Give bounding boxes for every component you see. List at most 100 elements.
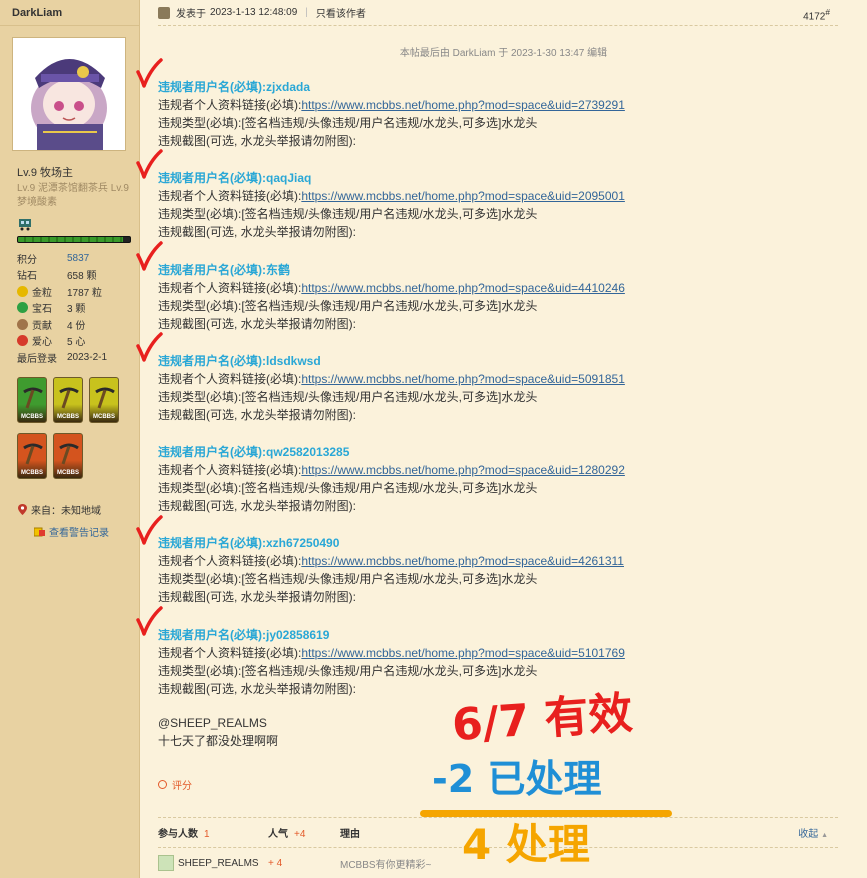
- warning-record-label[interactable]: 查看警告记录: [49, 524, 109, 539]
- stat-value: 5 心: [67, 337, 86, 349]
- warning-record-link[interactable]: 查看警告记录: [33, 524, 109, 539]
- only-author-link[interactable]: 只看该作者: [316, 5, 366, 20]
- profile-link[interactable]: https://www.mcbbs.net/home.php?mod=space…: [301, 646, 625, 660]
- profile-link[interactable]: https://www.mcbbs.net/home.php?mod=space…: [301, 463, 625, 477]
- violator-username: 违规者用户名(必填):qaqJiaq: [158, 171, 312, 186]
- floor-value[interactable]: 4172: [803, 11, 825, 22]
- pickaxe-icon: [59, 387, 79, 409]
- profile-label: 违规者个人资料链接(必填):: [158, 554, 302, 569]
- violation-type: 违规类型(必填):[签名档违规/头像违规/用户名违规/水龙头,可多选]水龙头: [158, 481, 538, 496]
- author-name[interactable]: DarkLiam: [0, 0, 139, 26]
- profile-label: 违规者个人资料链接(必填):: [158, 280, 302, 295]
- location: 来自：未知地域: [18, 502, 101, 517]
- stat-row: 宝石 3 颗: [17, 300, 135, 317]
- author-sidebar: DarkLiam Lv.9 牧场主 Lv.9 泥潭茶馆翻茶兵 Lv.9 梦境酸素…: [0, 0, 140, 878]
- checkmark-icon: [134, 514, 164, 545]
- header-separator: |: [305, 7, 308, 18]
- violator-username: 违规者用户名(必填):ldsdkwsd: [158, 353, 321, 368]
- violation-type: 违规类型(必填):[签名档违规/头像违规/用户名违规/水龙头,可多选]水龙头: [158, 116, 538, 130]
- checkmark-icon: [134, 606, 164, 636]
- checkmark-icon: [134, 240, 164, 271]
- stat-label: 金粒: [17, 284, 67, 299]
- stat-label: 钻石: [17, 267, 67, 282]
- stat-row: 爱心 5 心: [17, 333, 135, 350]
- stat-value[interactable]: 5837: [67, 253, 89, 264]
- violation-screenshot: 违规截图(可选, 水龙头举报请勿附图):: [158, 590, 356, 605]
- rater-name[interactable]: SHEEP_REALMS: [178, 858, 259, 869]
- post-comment: 十七天了都没处理啊啊: [158, 734, 279, 748]
- popularity-label: 人气: [268, 829, 288, 840]
- medal-badge[interactable]: MCBBS: [53, 433, 83, 479]
- heart-icon: [17, 335, 28, 347]
- stat-value: 3 颗: [67, 304, 86, 316]
- avatar[interactable]: [12, 37, 126, 151]
- profile-link[interactable]: https://www.mcbbs.net/home.php?mod=space…: [301, 189, 625, 203]
- stat-value: 4 份: [67, 320, 86, 332]
- user-stats: 积分 5837 钻石 658 颗金粒 1787 粒宝石 3 颗贡献 4 份爱心 5 心最后登录…: [17, 250, 135, 366]
- stat-label: 宝石: [17, 300, 67, 315]
- floor-number[interactable]: 4172#: [803, 7, 830, 22]
- mention-user[interactable]: @SHEEP_REALMS: [158, 714, 278, 732]
- medal-badge[interactable]: MCBBS: [17, 377, 47, 423]
- stat-row: 贡献 4 份: [17, 316, 135, 333]
- stat-label-text: 积分: [17, 254, 37, 266]
- report-entries: 违规者用户名(必填):zjxdada 违规者个人资料链接(必填):https://…: [158, 78, 838, 717]
- rater-avatar[interactable]: [158, 855, 174, 871]
- profile-link[interactable]: https://www.mcbbs.net/home.php?mod=space…: [301, 281, 625, 295]
- gold-icon: [17, 285, 28, 297]
- violator-username: 违规者用户名(必填):zjxdada: [158, 80, 311, 94]
- report-entry: 违规者用户名(必填):zjxdada 违规者个人资料链接(必填):https://…: [158, 78, 838, 169]
- stat-value: 2023-2-1: [67, 351, 108, 363]
- post-mention-block: @SHEEP_REALMS 十七天了都没处理啊啊: [158, 714, 278, 750]
- profile-line: 违规者个人资料链接(必填):https://www.mcbbs.net/home…: [158, 187, 838, 205]
- rate-label[interactable]: 评分: [172, 777, 192, 792]
- profile-link[interactable]: https://www.mcbbs.net/home.php?mod=space…: [301, 554, 624, 568]
- popularity-header: 人气 +4: [268, 825, 340, 840]
- rater-reason: MCBBS有你更精彩~: [340, 859, 432, 871]
- profile-line: 违规者个人资料链接(必填):https://www.mcbbs.net/home…: [158, 370, 838, 388]
- medal-label: MCBBS: [57, 470, 79, 476]
- collapse-button[interactable]: 收起 ▲: [798, 825, 828, 840]
- medal-badge[interactable]: MCBBS: [53, 377, 83, 423]
- stat-label-text: 爱心: [32, 337, 52, 349]
- gem-icon: [17, 302, 28, 314]
- checkmark-icon: [134, 149, 164, 180]
- violation-type: 违规类型(必填):[签名档违规/头像违规/用户名违规/水龙头,可多选]水龙头: [158, 663, 538, 678]
- location-label: 来自：未知地域: [31, 506, 101, 517]
- posted-prefix: 发表于: [176, 9, 206, 20]
- violator-username: 违规者用户名(必填):东鹤: [158, 262, 290, 277]
- profile-label: 违规者个人资料链接(必填):: [158, 371, 302, 386]
- violation-type: 违规类型(必填):[签名档违规/头像违规/用户名违规/水龙头,可多选]水龙头: [158, 298, 538, 313]
- profile-link[interactable]: https://www.mcbbs.net/home.php?mod=space…: [301, 372, 625, 386]
- pickaxe-icon: [23, 387, 43, 409]
- stat-label: 积分: [17, 251, 67, 266]
- checkmark-icon: [134, 58, 164, 88]
- collapse-label[interactable]: 收起: [798, 829, 818, 840]
- report-entry: 违规者用户名(必填):ldsdkwsd 违规者个人资料链接(必填):https:/…: [158, 352, 838, 443]
- profile-label: 违规者个人资料链接(必填):: [158, 189, 302, 204]
- rater[interactable]: SHEEP_REALMS: [158, 855, 268, 871]
- rate-section[interactable]: 评分: [158, 777, 192, 792]
- report-entry: 违规者用户名(必填):qaqJiaq 违规者个人资料链接(必填):https://…: [158, 169, 838, 260]
- profile-line: 违规者个人资料链接(必填):https://www.mcbbs.net/home…: [158, 552, 838, 570]
- rate-icon: [158, 780, 167, 789]
- annotation-fraction-line: [420, 810, 672, 817]
- medal-label: MCBBS: [21, 470, 43, 476]
- violation-type: 违规类型(必填):[签名档违规/头像违规/用户名违规/水龙头,可多选]水龙头: [158, 389, 538, 404]
- report-entry: 违规者用户名(必填):东鹤 违规者个人资料链接(必填):https://www.m…: [158, 261, 838, 352]
- medal-badge[interactable]: MCBBS: [17, 433, 47, 479]
- stat-label: 最后登录: [17, 350, 67, 365]
- annotation-remaining: 4 处理: [462, 820, 590, 869]
- violator-username: 违规者用户名(必填):jy02858619: [158, 627, 330, 642]
- violation-screenshot: 违规截图(可选, 水龙头举报请勿附图):: [158, 499, 356, 514]
- violation-screenshot: 违规截图(可选, 水龙头举报请勿附图):: [158, 681, 356, 696]
- stat-row: 最后登录 2023-2-1: [17, 349, 135, 366]
- chevron-up-icon: ▲: [821, 832, 828, 839]
- violation-screenshot: 违规截图(可选, 水龙头举报请勿附图):: [158, 316, 356, 331]
- medal-label: MCBBS: [21, 414, 43, 420]
- profile-label: 违规者个人资料链接(必填):: [158, 463, 302, 478]
- profile-link[interactable]: https://www.mcbbs.net/home.php?mod=space…: [301, 98, 625, 112]
- contribution-icon: [17, 318, 28, 330]
- medal-badge[interactable]: MCBBS: [89, 377, 119, 423]
- stat-label-text: 最后登录: [17, 353, 57, 365]
